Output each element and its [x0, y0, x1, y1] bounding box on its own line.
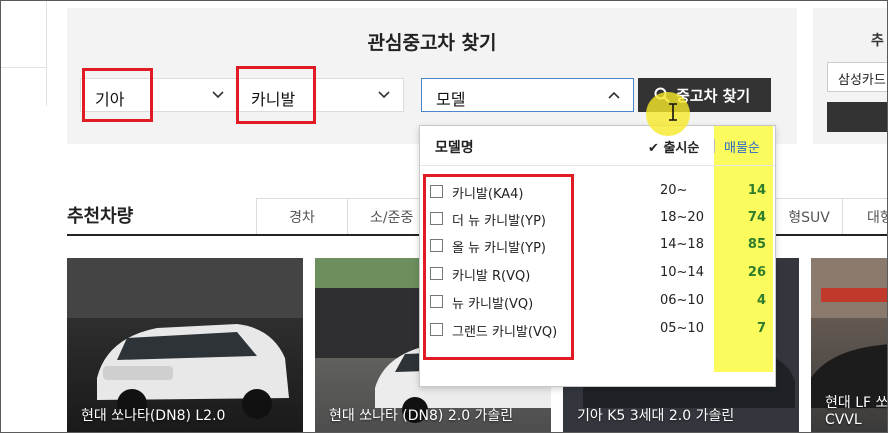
model-row-count: 26 — [747, 265, 766, 280]
chevron-up-icon — [608, 91, 620, 99]
car-card-caption: 현대 LF 쏘 CVVL — [825, 395, 888, 428]
detail-model-select[interactable]: 모델 — [421, 78, 634, 112]
brand-highlight-box — [82, 68, 153, 122]
model-row-years: 06~10 — [660, 293, 704, 308]
model-row-years: 05~10 — [660, 321, 704, 336]
sort-release-button[interactable]: ✔ 출시순 — [648, 137, 699, 156]
model-row-count: 14 — [747, 183, 766, 198]
model-row-count: 85 — [747, 237, 766, 252]
model-row-years: 14~18 — [660, 237, 704, 252]
tab-compact-car[interactable]: 소/준중 — [347, 198, 421, 234]
car-card-caption: 기아 K5 3세대 2.0 가솔린 — [577, 408, 735, 424]
tab-suv[interactable]: 형SUV — [775, 198, 843, 234]
model-row-count: 74 — [747, 210, 766, 225]
sort-divider — [714, 139, 715, 153]
car-card[interactable]: 현대 LF 쏘 CVVL — [811, 258, 888, 433]
tab-light-car[interactable]: 경차 — [256, 198, 348, 234]
right-panel-button[interactable] — [827, 102, 888, 132]
model-row-years: 20~ — [660, 183, 688, 198]
tab-large-car[interactable]: 대형 — [842, 198, 888, 234]
car-card-caption: 현대 쏘나타 (DN8) 2.0 가솔린 — [329, 408, 514, 424]
recommend-title: 추천차량 — [67, 206, 134, 227]
sort-sales-button[interactable]: 매물순 — [724, 137, 760, 156]
card-select[interactable]: 삼성카드 — [827, 62, 888, 92]
dropdown-header: 모델명 ✔ 출시순 매물순 — [420, 126, 775, 166]
model-row-count: 4 — [756, 293, 766, 308]
model-list-highlight-box — [423, 174, 574, 360]
chevron-down-icon — [378, 91, 390, 99]
model-row-years: 10~14 — [660, 265, 704, 280]
model-row-count: 7 — [756, 321, 766, 336]
model-name-header: 모델명 — [435, 140, 474, 156]
chevron-down-icon — [212, 91, 224, 99]
right-panel: 추 삼성카드 — [813, 8, 888, 144]
search-title: 관심중고차 찾기 — [367, 32, 497, 54]
model-row-years: 18~20 — [660, 210, 704, 225]
car-card[interactable]: 현대 쏘나타(DN8) L2.0 — [67, 258, 303, 433]
car-card-caption: 현대 쏘나타(DN8) L2.0 — [81, 408, 226, 424]
left-panel — [0, 0, 47, 106]
check-icon: ✔ — [648, 141, 659, 156]
text-cursor-icon — [669, 103, 677, 121]
right-panel-title: 추 — [871, 33, 884, 49]
detail-model-value: 모델 — [436, 90, 466, 109]
model-highlight-box — [236, 66, 316, 124]
